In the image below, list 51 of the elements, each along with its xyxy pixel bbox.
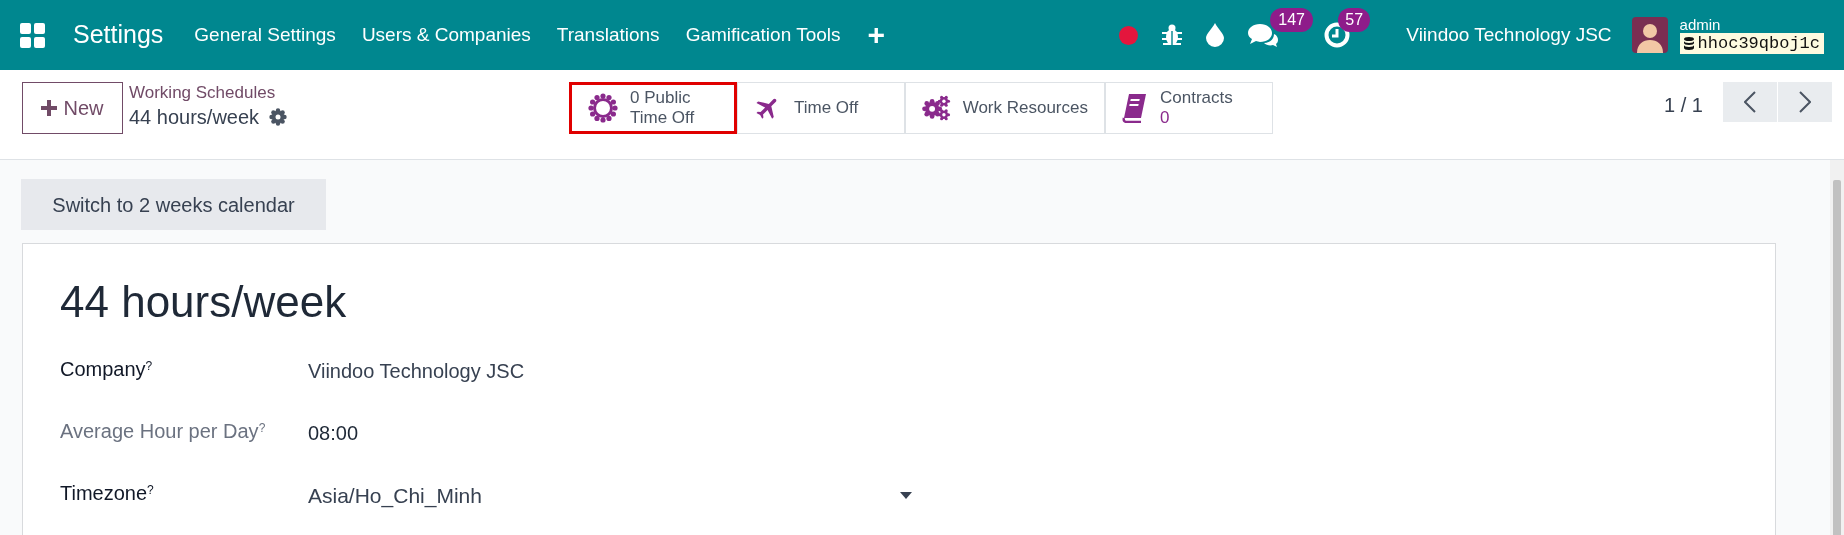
notification-badge: 57 <box>1338 8 1371 32</box>
timezone-select[interactable]: Asia/Ho_Chi_Minh <box>308 478 912 512</box>
database-icon <box>1683 37 1694 50</box>
button-label: Work Resources <box>962 98 1088 118</box>
button-count: 0 <box>1160 108 1171 128</box>
gears-icon <box>922 93 951 123</box>
company-name[interactable]: Viindoo Technology JSC <box>1406 20 1612 50</box>
record-dot-icon[interactable] <box>1119 25 1139 45</box>
button-label: 0 Public <box>630 88 692 108</box>
menu-item[interactable]: General Settings <box>181 20 349 50</box>
pager-text: 1 / 1 <box>1664 93 1703 118</box>
record-title: 44 hours/week <box>60 276 347 328</box>
plus-icon <box>41 100 58 116</box>
smart-button[interactable]: 0 Public Time Off <box>569 82 737 134</box>
scrollbar[interactable] <box>1830 160 1844 535</box>
menu-item[interactable]: Translations <box>543 20 673 50</box>
sun-icon <box>588 93 618 123</box>
avatar[interactable] <box>1631 17 1668 53</box>
button-label: Contracts <box>1160 88 1233 108</box>
bug-icon[interactable] <box>1162 24 1183 46</box>
next-button[interactable] <box>1778 82 1832 122</box>
chat-icon[interactable] <box>1248 22 1279 48</box>
apps-grid-icon[interactable] <box>20 22 45 48</box>
plus-icon[interactable]: + <box>867 20 886 50</box>
menu-item[interactable]: Gamification Tools <box>672 20 854 50</box>
database-badge: hhoc39qboj1c <box>1679 33 1824 54</box>
field-value: 08:00 <box>308 421 359 446</box>
chevron-left-icon <box>1744 91 1756 113</box>
field-value[interactable]: Viindoo Technology JSC <box>308 354 525 386</box>
button-label: Time Off <box>630 108 695 128</box>
book-icon <box>1122 93 1148 123</box>
button-label: Time Off <box>794 98 859 118</box>
chevron-right-icon <box>1799 91 1811 113</box>
field-label: Average Hour per Day$^{?}$ <box>60 419 267 444</box>
record-name: 44 hours/week <box>129 105 260 130</box>
gear-icon[interactable] <box>269 108 288 126</box>
field-label: Timezone$^{?}$ <box>60 481 155 506</box>
breadcrumb-link[interactable]: Working Schedules <box>129 82 276 104</box>
smart-button[interactable]: Time Off <box>737 82 905 134</box>
previous-button[interactable] <box>1723 82 1777 122</box>
menu-item[interactable]: Users & Companies <box>348 20 544 50</box>
dropdown-caret-icon <box>900 492 912 500</box>
smart-button[interactable]: Work Resources <box>905 82 1105 134</box>
user-name[interactable]: admin <box>1679 16 1824 33</box>
field-label: Company$^{?}$ <box>60 357 154 382</box>
new-button[interactable]: New <box>22 82 123 134</box>
smart-button[interactable]: Contracts 0 <box>1105 82 1273 134</box>
switch-calendar-button[interactable]: Switch to 2 weeks calendar <box>21 179 326 230</box>
app-title[interactable]: Settings <box>73 16 164 54</box>
droplet-icon[interactable] <box>1206 23 1225 47</box>
notification-badge: 147 <box>1270 8 1313 32</box>
